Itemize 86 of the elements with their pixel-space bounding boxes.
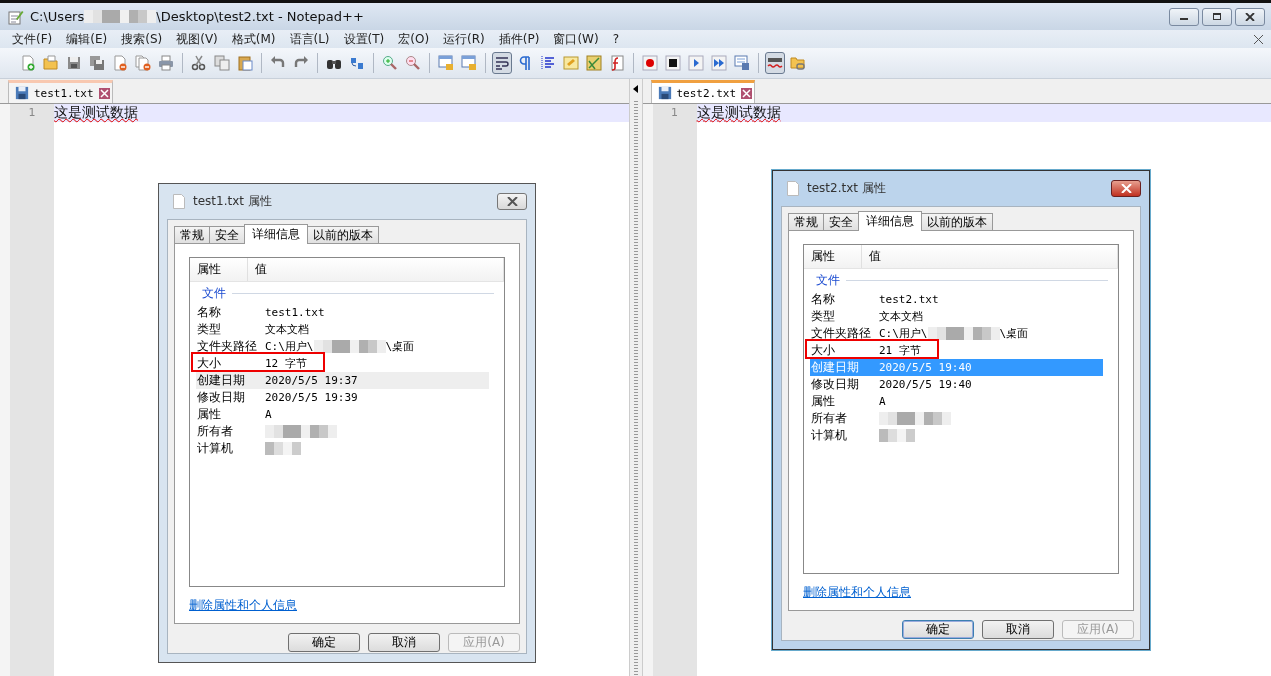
tab[interactable]: 以前的版本 [921, 213, 993, 230]
blurred-block [879, 429, 915, 442]
group-heading: 文件 [202, 284, 226, 302]
fast-forward-icon[interactable] [709, 52, 729, 74]
file-tab[interactable]: test1.txt [8, 80, 113, 103]
list-row[interactable]: 文件夹路径 C:\用户\ \桌面 [810, 325, 1103, 342]
list-row[interactable]: 文件夹路径 C:\用户\ \桌面 [196, 338, 489, 355]
menu-item[interactable]: 窗口(W) [553, 30, 599, 48]
list-row[interactable]: 修改日期 2020/5/5 19:39 [196, 389, 489, 406]
map-icon[interactable] [584, 52, 604, 74]
menu-item[interactable]: 视图(V) [176, 30, 218, 48]
document-icon [787, 181, 799, 196]
menu-item[interactable]: 运行(R) [443, 30, 485, 48]
list-row[interactable]: 属性 A [810, 393, 1103, 410]
list-row[interactable]: 修改日期 2020/5/5 19:40 [810, 376, 1103, 393]
menu-item[interactable]: 插件(P) [498, 30, 540, 48]
close-icon [1245, 12, 1255, 21]
play-icon[interactable] [686, 52, 706, 74]
close-button[interactable] [1235, 7, 1265, 26]
dialog-title: test1.txt 属性 [193, 193, 272, 210]
close-icon[interactable] [1254, 35, 1263, 44]
document-icon [173, 194, 185, 209]
blurred-block [265, 442, 301, 455]
dialog-button[interactable]: 取消 [368, 633, 440, 652]
menu-item[interactable]: 格式(M) [231, 30, 276, 48]
dialog-button[interactable]: 取消 [982, 620, 1054, 639]
tab[interactable]: 详细信息 [244, 224, 308, 244]
maximize-button[interactable] [1202, 7, 1232, 26]
close-button[interactable] [1111, 180, 1141, 197]
line-number: 1 [27, 105, 37, 121]
menu-item[interactable]: 宏(O) [398, 30, 430, 48]
list-row[interactable]: 名称 test2.txt [810, 291, 1103, 308]
close-button[interactable] [497, 193, 527, 210]
notepad-icon [8, 8, 24, 25]
column-header[interactable]: 值 [861, 245, 1118, 268]
stop-icon[interactable] [663, 52, 683, 74]
record-icon[interactable] [640, 52, 660, 74]
dialog-title: test2.txt 属性 [807, 180, 886, 197]
line-number: 1 [670, 105, 679, 121]
column-header[interactable]: 属性 [804, 245, 862, 268]
menu-item[interactable]: 编辑(E) [66, 30, 108, 48]
remove-properties-link[interactable]: 删除属性和个人信息 [803, 584, 911, 601]
menu-item[interactable]: ? [612, 32, 619, 46]
spellcheck-icon[interactable] [765, 52, 785, 74]
menu-item[interactable]: 搜索(S) [121, 30, 163, 48]
tab[interactable]: 以前的版本 [307, 226, 379, 243]
dialog-button[interactable]: 确定 [288, 633, 360, 652]
printer-icon[interactable] [156, 52, 176, 74]
list-row[interactable]: 名称 test1.txt [196, 304, 489, 321]
restore-icon [1212, 12, 1222, 21]
tab[interactable]: 常规 [174, 226, 210, 243]
word-wrap-icon[interactable] [492, 52, 512, 74]
list-row[interactable]: 所有者 [196, 423, 489, 440]
documents-minus-icon[interactable] [133, 52, 153, 74]
list-row[interactable]: 计算机 [196, 440, 489, 457]
tab[interactable]: 常规 [788, 213, 824, 230]
list-row[interactable]: 计算机 [810, 427, 1103, 444]
minimize-button[interactable] [1169, 7, 1199, 26]
code-line: 这是测试数据 [54, 104, 138, 122]
menu-item[interactable]: 语言(L) [289, 30, 330, 48]
list-row[interactable]: 创建日期 2020/5/5 19:37 [196, 372, 489, 389]
remove-properties-link[interactable]: 删除属性和个人信息 [189, 597, 297, 614]
tab[interactable]: 详细信息 [858, 211, 922, 231]
tab[interactable]: 安全 [823, 213, 859, 230]
tab[interactable]: 安全 [209, 226, 245, 243]
list-row[interactable]: 大小 21 字节 [810, 342, 1103, 359]
list-row[interactable]: 所有者 [810, 410, 1103, 427]
file-tab[interactable]: test2.txt [650, 80, 756, 103]
menu-item[interactable]: 文件(F) [12, 30, 53, 48]
blurred-block [265, 425, 337, 438]
arrow-left-icon[interactable] [633, 85, 638, 93]
column-header[interactable]: 属性 [190, 258, 248, 281]
list-row[interactable]: 类型 文本文档 [196, 321, 489, 338]
blurred-block [879, 412, 951, 425]
menu-item[interactable]: 设置(T) [343, 30, 385, 48]
list-row[interactable]: 类型 文本文档 [810, 308, 1103, 325]
close-icon [1120, 184, 1132, 193]
close-icon[interactable] [741, 87, 753, 99]
window-title: C:\Users \Desktop\test2.txt - Notepad++ [30, 9, 364, 24]
list-row[interactable]: 属性 A [196, 406, 489, 423]
dialog-button[interactable]: 确定 [902, 620, 974, 639]
code-line: 这是测试数据 [696, 104, 781, 122]
column-header[interactable]: 值 [247, 258, 504, 281]
group-heading: 文件 [816, 271, 840, 289]
close-icon [506, 197, 518, 206]
list-row[interactable]: 大小 12 字节 [196, 355, 489, 372]
